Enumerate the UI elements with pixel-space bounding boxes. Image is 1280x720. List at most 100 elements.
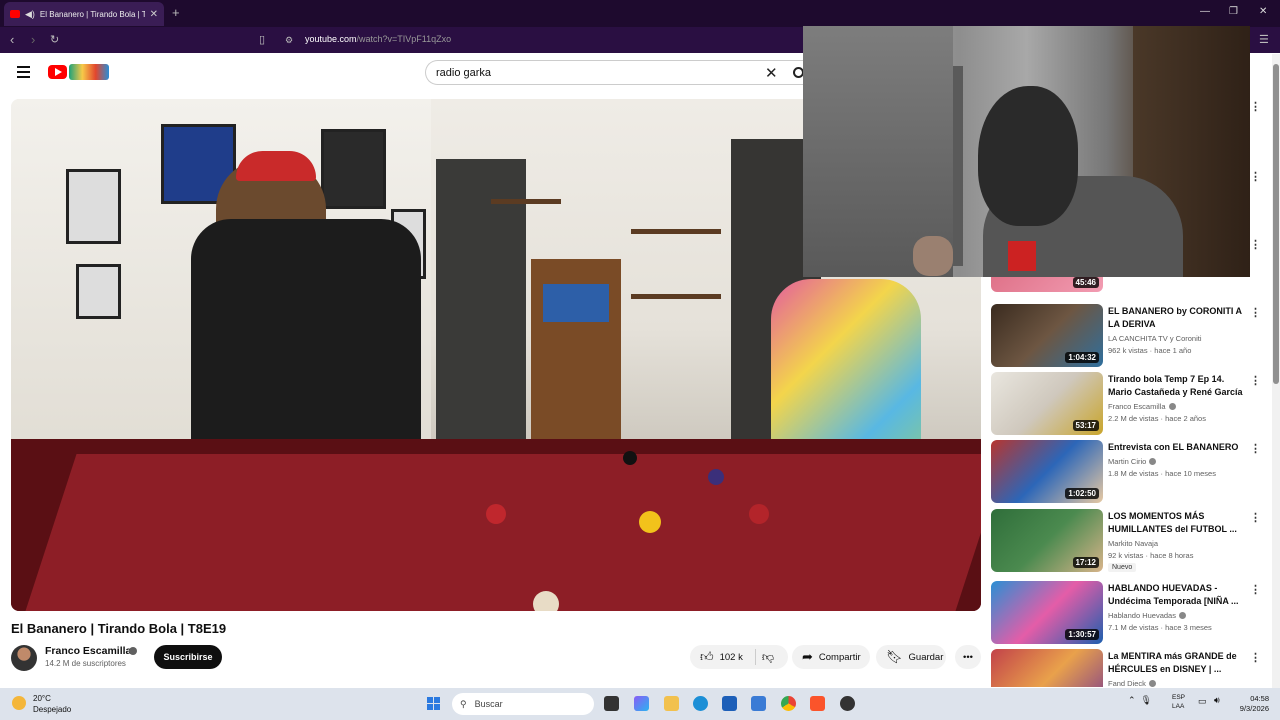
more-options-icon[interactable]: ⋮ — [1250, 511, 1261, 524]
new-tab-icon[interactable]: + — [172, 5, 180, 20]
more-options-icon[interactable]: ⋮ — [1250, 374, 1261, 387]
video-scene-shelf — [631, 229, 721, 234]
channel-name[interactable]: Franco Escamilla — [1108, 402, 1176, 411]
clock-time[interactable]: 04:58 — [1233, 694, 1269, 703]
more-options-icon[interactable]: ⋮ — [1250, 651, 1261, 664]
network-icon[interactable]: ▭ — [1198, 696, 1207, 707]
taskbar-search[interactable]: ⚲ Buscar — [452, 693, 594, 715]
video-title[interactable]: LOS MOMENTOS MÁS HUMILLANTES del FUTBOL … — [1108, 510, 1243, 535]
menu-icon[interactable] — [17, 66, 30, 78]
video-thumbnail[interactable]: 1:30:57 — [991, 581, 1103, 644]
audio-playing-icon[interactable]: ◀) — [25, 9, 35, 20]
channel-name-text: Fand Dieck — [1108, 679, 1146, 687]
weather-temperature[interactable]: 20°C — [33, 694, 51, 703]
channel-name[interactable]: Martin Cirio — [1108, 457, 1157, 466]
video-scene-shelf — [631, 294, 721, 299]
duration-badge: 1:30:57 — [1065, 629, 1099, 640]
store-icon[interactable] — [722, 696, 737, 711]
back-icon[interactable]: ‹ — [10, 32, 14, 47]
more-options-icon[interactable]: ⋮ — [1250, 100, 1261, 113]
search-box[interactable]: radio garka ✕ — [425, 60, 786, 85]
site-info-icon[interactable]: ⚙ — [285, 35, 293, 46]
close-tab-icon[interactable]: ✕ — [150, 9, 158, 20]
youtube-doodle-icon[interactable] — [69, 64, 109, 80]
browser-tab[interactable]: ◀) El Bananero | Tirando Bola | T ✕ — [4, 2, 164, 26]
maximize-icon[interactable]: ❐ — [1229, 6, 1238, 17]
weather-moon-icon[interactable] — [12, 696, 26, 710]
more-options-icon[interactable]: ⋮ — [1250, 238, 1261, 251]
video-scene-ball — [749, 504, 769, 524]
webcam-overlay[interactable] — [803, 26, 1250, 277]
video-thumbnail[interactable]: 17:12 — [991, 509, 1103, 572]
minimize-icon[interactable]: — — [1200, 6, 1210, 17]
channel-name[interactable]: Franco Escamilla — [45, 645, 131, 657]
subscribe-button[interactable]: Suscribirse — [154, 645, 222, 669]
keyboard-layout[interactable]: LAA — [1172, 703, 1184, 710]
app-icon[interactable] — [840, 696, 855, 711]
mail-icon[interactable] — [751, 696, 766, 711]
page-scrollbar[interactable] — [1272, 54, 1280, 694]
video-thumbnail[interactable]: 1:02:50 — [991, 440, 1103, 503]
video-thumbnail[interactable]: 53:17 — [991, 372, 1103, 435]
video-title[interactable]: La MENTIRA más GRANDE de HÉRCULES en DIS… — [1108, 650, 1243, 675]
bookmark-icon[interactable]: ▯ — [259, 33, 265, 46]
copilot-icon[interactable] — [634, 696, 649, 711]
channel-avatar[interactable] — [11, 645, 37, 671]
video-title[interactable]: Tirando bola Temp 7 Ep 14. Mario Castañe… — [1108, 373, 1243, 398]
video-meta: 962 k vistas · hace 1 año — [1108, 346, 1192, 355]
weather-condition[interactable]: Despejado — [33, 705, 71, 714]
share-button[interactable]: ➦ Compartir — [792, 645, 870, 669]
scrollbar-thumb[interactable] — [1273, 64, 1279, 384]
channel-name[interactable]: Markito Navaja — [1108, 539, 1158, 548]
file-explorer-icon[interactable] — [664, 696, 679, 711]
bookmark-save-icon: 🔖︎ — [886, 649, 903, 664]
forward-icon[interactable]: › — [31, 32, 35, 47]
brave-icon[interactable] — [810, 696, 825, 711]
like-icon[interactable]: 👍︎ — [700, 649, 714, 665]
youtube-logo-icon[interactable] — [48, 65, 67, 79]
subscriber-count: 14.2 M de suscriptores — [45, 659, 126, 668]
video-scene-ball — [623, 451, 637, 465]
video-meta: 92 k vistas · hace 8 horas — [1108, 551, 1194, 560]
channel-name[interactable]: Hablando Huevadas — [1108, 611, 1186, 620]
video-title[interactable]: EL BANANERO by CORONITI A LA DERIVA — [1108, 305, 1243, 330]
channel-name[interactable]: LA CANCHITA TV y Coroniti — [1108, 334, 1202, 343]
more-actions-button[interactable]: ••• — [955, 645, 981, 669]
dislike-icon[interactable]: 👎︎ — [762, 650, 774, 665]
system-tray-icons[interactable]: ⌃ 🎙︎ — [1128, 695, 1152, 706]
video-thumbnail[interactable] — [991, 649, 1103, 687]
url-field[interactable]: youtube.com/watch?v=TIVpF11qZxo — [305, 34, 451, 44]
video-scene-jersey — [321, 129, 386, 209]
save-button[interactable]: 🔖︎ Guardar — [876, 645, 946, 669]
youtube-favicon-icon — [10, 10, 20, 18]
reload-icon[interactable]: ↻ — [50, 33, 59, 46]
video-title[interactable]: HABLANDO HUEVADAS - Undécima Temporada [… — [1108, 582, 1243, 607]
close-window-icon[interactable]: ✕ — [1259, 6, 1267, 17]
video-thumbnail[interactable]: 1:04:32 — [991, 304, 1103, 367]
video-title[interactable]: Entrevista con EL BANANERO — [1108, 441, 1243, 454]
video-scene-ball — [533, 591, 559, 611]
duration-badge: 45:46 — [1072, 277, 1099, 288]
verified-icon — [1149, 458, 1157, 465]
more-options-icon[interactable]: ⋮ — [1250, 442, 1261, 455]
search-input[interactable]: radio garka — [436, 67, 491, 79]
like-count[interactable]: 102 k — [720, 652, 743, 663]
taskbar: 20°C Despejado ⚲ Buscar ⌃ 🎙︎ ESP LAA ▭ 🔊… — [0, 688, 1280, 720]
duration-badge: 1:02:50 — [1065, 488, 1099, 499]
task-view-icon[interactable] — [604, 696, 619, 711]
clock-date[interactable]: 9/3/2026 — [1233, 704, 1269, 713]
volume-icon[interactable]: 🔊︎ — [1214, 695, 1220, 706]
browser-menu-icon[interactable]: ☰ — [1259, 33, 1269, 46]
more-options-icon[interactable]: ⋮ — [1250, 306, 1261, 319]
language-indicator[interactable]: ESP — [1172, 694, 1185, 701]
edge-icon[interactable] — [693, 696, 708, 711]
more-options-icon[interactable]: ⋮ — [1250, 583, 1261, 596]
chrome-icon[interactable] — [781, 696, 796, 711]
more-options-icon[interactable]: ⋮ — [1250, 170, 1261, 183]
start-icon[interactable] — [427, 697, 440, 710]
clear-search-icon[interactable]: ✕ — [765, 64, 778, 82]
video-thumbnail[interactable]: 45:46 — [991, 277, 1103, 292]
channel-name[interactable]: Fand Dieck — [1108, 679, 1156, 687]
video-scene-ball — [708, 469, 724, 485]
url-domain: youtube.com — [305, 34, 357, 44]
